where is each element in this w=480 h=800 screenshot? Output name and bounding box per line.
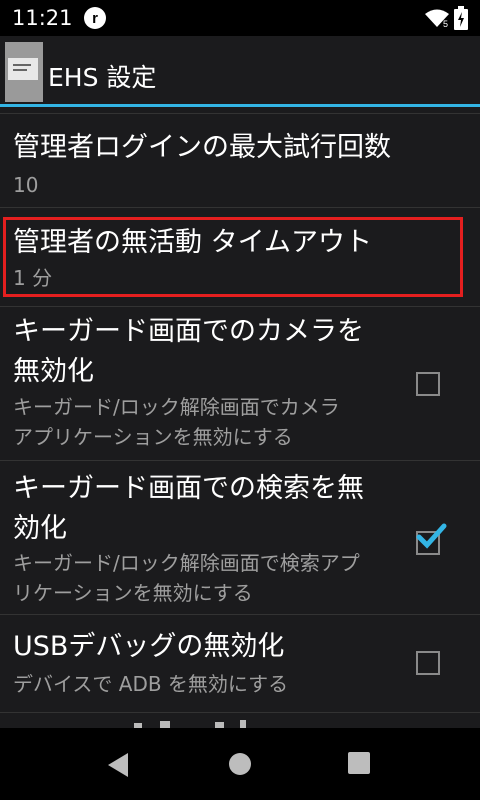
pref-summary-line2: リケーションを無効にする	[13, 581, 253, 605]
pref-title: 管理者ログインの最大試行回数	[13, 132, 391, 163]
status-time: 11:21	[12, 6, 73, 30]
pref-disable-keyguard-camera[interactable]: キーガード画面でのカメラを 無効化 キーガード/ロック解除画面でカメラ アプリケ…	[0, 307, 480, 460]
checkbox-unchecked[interactable]	[416, 651, 440, 675]
settings-list: 管理者ログインの最大試行回数 10 管理者の無活動 タイムアウト 1 分 キーガ…	[0, 107, 480, 728]
navigation-bar	[0, 728, 480, 800]
checkbox-unchecked[interactable]	[416, 372, 440, 396]
checkmark-icon	[416, 523, 447, 549]
home-icon[interactable]	[228, 752, 252, 776]
pref-title-line2: 効化	[13, 513, 67, 544]
notification-app-icon: r	[84, 7, 106, 29]
wifi-icon: 5	[425, 9, 449, 28]
pref-summary-line1: キーガード/ロック解除画面でカメラ	[13, 395, 340, 419]
pref-summary-line2: アプリケーションを無効にする	[13, 425, 293, 449]
app-icon[interactable]	[5, 42, 43, 102]
pref-summary-line1: キーガード/ロック解除画面で検索アプ	[13, 551, 360, 575]
partial-text	[134, 720, 246, 728]
pref-title-line1: キーガード画面での検索を無	[13, 473, 364, 504]
svg-text:5: 5	[443, 19, 448, 28]
pref-disable-usb-debugging[interactable]: USBデバッグの無効化 デバイスで ADB を無効にする	[0, 615, 480, 712]
pref-next-partial[interactable]	[0, 713, 480, 728]
pref-summary: デバイスで ADB を無効にする	[13, 672, 289, 696]
highlight-box	[3, 217, 463, 297]
status-bar: 11:21 r 5	[0, 0, 480, 36]
back-icon[interactable]	[106, 752, 130, 778]
pref-max-login-attempts[interactable]: 管理者ログインの最大試行回数 10	[0, 114, 480, 207]
battery-charging-icon	[454, 6, 468, 30]
page-title: EHS 設定	[48, 63, 157, 92]
pref-title-line2: 無効化	[13, 356, 94, 387]
pref-title: USBデバッグの無効化	[13, 631, 285, 662]
recents-icon[interactable]	[348, 752, 370, 774]
pref-disable-keyguard-search[interactable]: キーガード画面での検索を無 効化 キーガード/ロック解除画面で検索アプ リケーシ…	[0, 461, 480, 614]
pref-title-line1: キーガード画面でのカメラを	[13, 316, 364, 347]
pref-summary: 10	[13, 173, 39, 197]
